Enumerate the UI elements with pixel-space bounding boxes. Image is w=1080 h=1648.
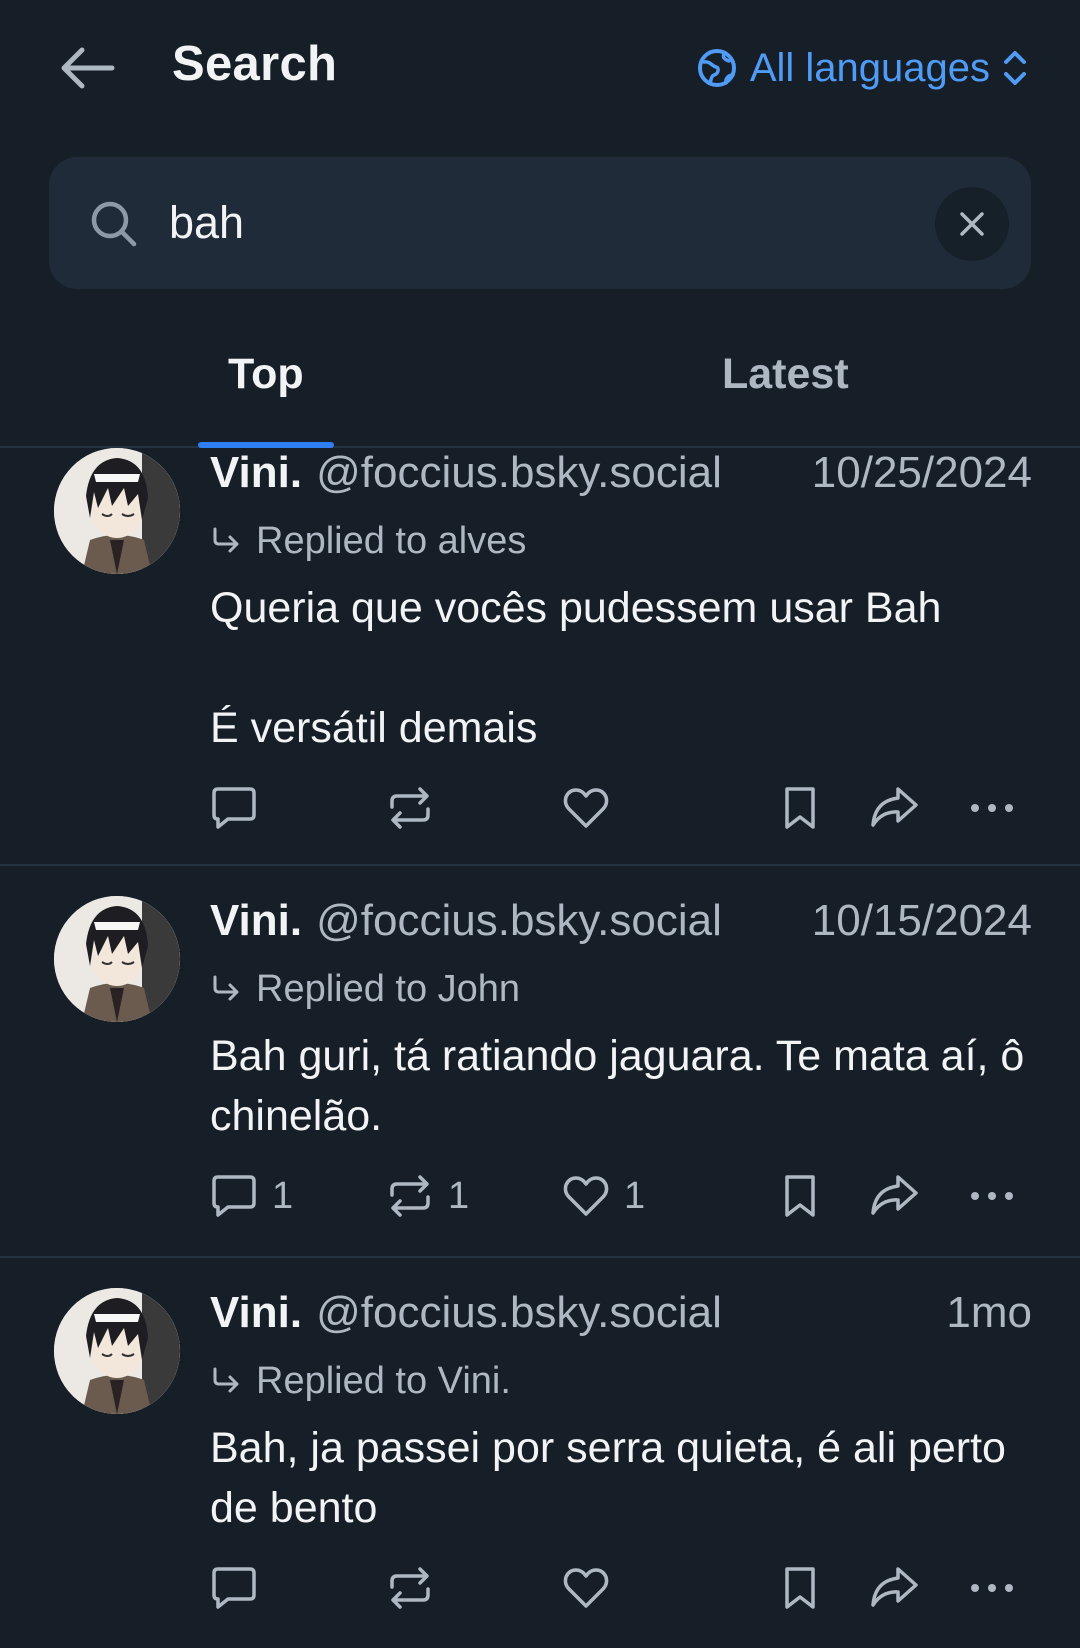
repost-icon bbox=[390, 1567, 430, 1609]
bookmark-icon bbox=[785, 1175, 815, 1217]
more-dots-icon bbox=[971, 1584, 1013, 1592]
more-dots-icon bbox=[971, 1192, 1013, 1200]
more-options-button[interactable] bbox=[968, 798, 1016, 818]
reply-arrow-icon bbox=[213, 1367, 239, 1393]
author-name[interactable]: Vini. bbox=[210, 448, 302, 498]
tab-latest[interactable]: Latest bbox=[722, 350, 849, 399]
reply-button[interactable]: 1 bbox=[210, 1173, 293, 1219]
page-title: Search bbox=[172, 37, 338, 91]
like-count: 1 bbox=[624, 1174, 646, 1217]
bookmark-icon bbox=[785, 1567, 815, 1609]
author-name[interactable]: Vini. bbox=[210, 1288, 302, 1338]
author-handle[interactable]: @foccius.bsky.social bbox=[316, 1288, 722, 1338]
more-dots-icon bbox=[971, 804, 1013, 812]
share-icon bbox=[871, 1175, 918, 1215]
repost-button[interactable]: 1 bbox=[386, 1173, 469, 1219]
heart-icon bbox=[563, 788, 609, 828]
repost-icon bbox=[390, 1175, 430, 1217]
post-actions bbox=[0, 778, 1080, 838]
reply-to-label: Replied to John bbox=[256, 967, 521, 1010]
reply-indicator[interactable]: Replied to Vini. bbox=[210, 1350, 1032, 1412]
reply-button[interactable] bbox=[210, 1565, 272, 1611]
search-bar bbox=[49, 157, 1031, 289]
post-actions: 1 1 1 bbox=[0, 1166, 1080, 1226]
more-options-button[interactable] bbox=[968, 1186, 1016, 1206]
bookmark-button[interactable] bbox=[778, 1173, 822, 1219]
comment-icon bbox=[212, 1567, 256, 1609]
like-button[interactable] bbox=[562, 785, 624, 831]
bookmark-button[interactable] bbox=[778, 785, 822, 831]
post-text: Bah guri, tá ratiando jaguara. Te mata a… bbox=[210, 1032, 1037, 1140]
share-button[interactable] bbox=[868, 1565, 920, 1611]
post-header: Vini. @foccius.bsky.social 10/25/2024 bbox=[210, 448, 1032, 510]
repost-icon bbox=[390, 787, 430, 829]
avatar[interactable] bbox=[54, 1288, 180, 1414]
post-timestamp[interactable]: 10/25/2024 bbox=[812, 448, 1032, 498]
tab-top[interactable]: Top bbox=[228, 350, 304, 399]
search-results: Vini. @foccius.bsky.social 10/25/2024 Re… bbox=[0, 448, 1080, 1648]
reply-to-label: Replied to Vini. bbox=[256, 1359, 511, 1402]
globe-icon bbox=[697, 49, 736, 87]
heart-icon bbox=[563, 1568, 609, 1608]
bookmark-icon bbox=[785, 787, 815, 829]
post-header: Vini. @foccius.bsky.social 1mo bbox=[210, 1288, 1032, 1350]
search-tabs: Top Latest bbox=[0, 330, 1080, 448]
author-handle[interactable]: @foccius.bsky.social bbox=[316, 896, 722, 946]
reply-indicator[interactable]: Replied to John bbox=[210, 958, 1032, 1020]
post[interactable]: Vini. @foccius.bsky.social 10/15/2024 Re… bbox=[0, 866, 1080, 1258]
search-input[interactable] bbox=[169, 187, 869, 259]
reply-button[interactable] bbox=[210, 785, 272, 831]
bookmark-button[interactable] bbox=[778, 1565, 822, 1611]
chevron-updown-icon bbox=[1004, 51, 1026, 85]
share-icon bbox=[871, 1567, 918, 1607]
header: Search All languages bbox=[0, 0, 1080, 140]
reply-count: 1 bbox=[272, 1174, 294, 1217]
post-text: Bah, ja passei por serra quieta, é ali p… bbox=[210, 1424, 1018, 1532]
repost-button[interactable] bbox=[386, 1565, 448, 1611]
author-name[interactable]: Vini. bbox=[210, 896, 302, 946]
more-options-button[interactable] bbox=[968, 1578, 1016, 1598]
author-handle[interactable]: @foccius.bsky.social bbox=[316, 448, 722, 498]
share-button[interactable] bbox=[868, 1173, 920, 1219]
post[interactable]: Vini. @foccius.bsky.social 1mo Replied t… bbox=[0, 1258, 1080, 1648]
arrow-left-icon bbox=[61, 47, 115, 89]
share-button[interactable] bbox=[868, 785, 920, 831]
avatar[interactable] bbox=[54, 448, 180, 574]
close-icon bbox=[960, 212, 984, 236]
search-icon bbox=[91, 201, 137, 247]
post-header: Vini. @foccius.bsky.social 10/15/2024 bbox=[210, 896, 1032, 958]
post-timestamp[interactable]: 1mo bbox=[946, 1288, 1032, 1338]
repost-count: 1 bbox=[448, 1174, 470, 1217]
comment-icon bbox=[212, 1175, 256, 1217]
back-button[interactable] bbox=[55, 40, 119, 96]
language-label: All languages bbox=[749, 45, 990, 90]
reply-indicator[interactable]: Replied to alves bbox=[210, 510, 1032, 572]
comment-icon bbox=[212, 787, 256, 829]
language-selector[interactable]: All languages bbox=[696, 40, 1028, 96]
reply-to-label: Replied to alves bbox=[256, 519, 527, 562]
post-timestamp[interactable]: 10/15/2024 bbox=[812, 896, 1032, 946]
share-icon bbox=[871, 787, 918, 827]
like-button[interactable] bbox=[562, 1565, 624, 1611]
reply-arrow-icon bbox=[213, 975, 239, 1001]
like-button[interactable]: 1 bbox=[562, 1173, 645, 1219]
post[interactable]: Vini. @foccius.bsky.social 10/25/2024 Re… bbox=[0, 448, 1080, 866]
post-text: Queria que vocês pudessem usar Bah É ver… bbox=[210, 584, 942, 752]
repost-button[interactable] bbox=[386, 785, 448, 831]
avatar[interactable] bbox=[54, 896, 180, 1022]
reply-arrow-icon bbox=[213, 527, 239, 553]
heart-icon bbox=[563, 1176, 609, 1216]
post-actions bbox=[0, 1558, 1080, 1618]
clear-search-button[interactable] bbox=[935, 187, 1009, 261]
